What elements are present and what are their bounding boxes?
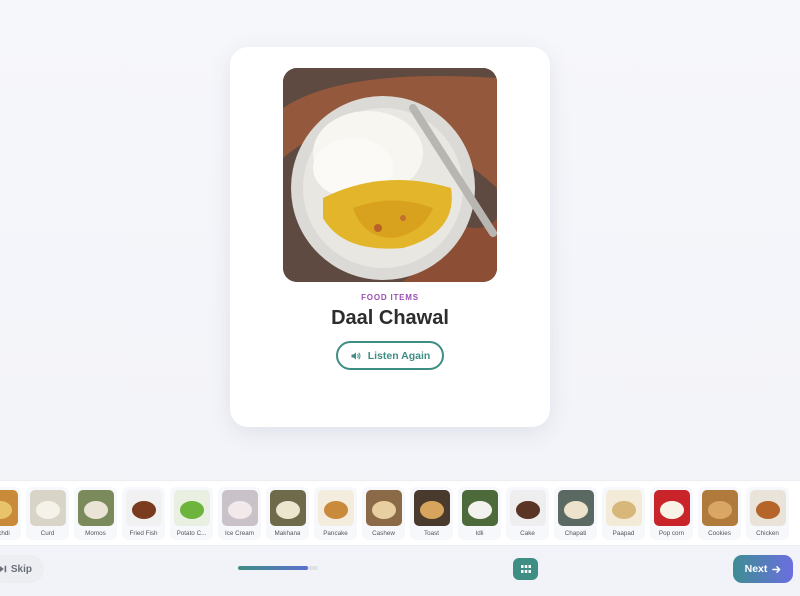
progress-fill	[238, 566, 309, 570]
thumbnail-item[interactable]: Ice Cream	[218, 487, 261, 540]
thumbnail-image	[461, 490, 498, 526]
daal-chawal-image	[283, 68, 497, 282]
listen-again-label: Listen Again	[367, 349, 431, 362]
grid-icon	[520, 565, 531, 573]
thumbnail-label: Cashew	[372, 530, 395, 537]
thumbnail-image	[701, 490, 738, 526]
thumbnail-label: Pancake	[323, 530, 348, 537]
thumbnail-item[interactable]: Makhana	[266, 487, 309, 540]
food-image	[283, 68, 497, 282]
thumbnail-label: Momos	[85, 530, 106, 537]
thumbnail-item[interactable]: Toast	[410, 487, 453, 540]
thumbnail-image	[749, 490, 786, 526]
thumbnail-image	[605, 490, 642, 526]
thumbnail-label: Pop corn	[658, 530, 685, 537]
thumbnail-item[interactable]: Momos	[74, 487, 117, 540]
footer-bar: Skip Next	[0, 546, 800, 596]
thumbnail-item[interactable]: Chapati	[554, 487, 597, 540]
thumbnail-item[interactable]: Paapad	[602, 487, 645, 540]
thumbnail-image	[0, 490, 18, 526]
thumbnail-item[interactable]: Khichdi	[0, 487, 21, 540]
thumbnail-item[interactable]: Idli	[458, 487, 501, 540]
thumbnail-label: Chicken	[756, 530, 779, 537]
skip-icon	[0, 565, 7, 573]
thumbnail-label: Khichdi	[0, 530, 10, 537]
thumbnail-label: Paapad	[612, 530, 635, 537]
skip-button[interactable]: Skip	[0, 555, 44, 583]
thumbnail-label: Makhana	[274, 530, 301, 537]
thumbnail-image	[29, 490, 66, 526]
thumbnail-label: Potato C...	[176, 530, 207, 537]
listen-again-button[interactable]: Listen Again	[336, 341, 444, 370]
thumbnail-item[interactable]: Fried Fish	[122, 487, 165, 540]
food-title: Daal Chawal	[331, 307, 449, 329]
speaker-icon	[351, 351, 361, 360]
thumbnail-list: Khichdi Curd Momos Fried Fish Potato C... Ice…	[0, 487, 789, 540]
next-button[interactable]: Next	[733, 555, 793, 583]
category-label: FOOD ITEMS	[361, 293, 419, 302]
thumbnail-item[interactable]: Cookies	[698, 487, 741, 540]
thumbnail-item[interactable]: Cake	[506, 487, 549, 540]
thumbnail-label: Fried Fish	[129, 530, 158, 537]
thumbnail-label: Ice Cream	[224, 530, 255, 537]
next-label: Next	[744, 563, 768, 575]
thumbnail-image	[173, 490, 210, 526]
thumbnail-image	[125, 490, 162, 526]
arrow-right-icon	[772, 565, 781, 573]
thumbnail-image	[365, 490, 402, 526]
thumbnail-label: Chapati	[564, 530, 587, 537]
thumbnail-item[interactable]: Cashew	[362, 487, 405, 540]
thumbnail-image	[317, 490, 354, 526]
thumbnail-image	[269, 490, 306, 526]
flashcard: FOOD ITEMS Daal Chawal Listen Again	[230, 47, 550, 427]
thumbnail-item[interactable]: Potato C...	[170, 487, 213, 540]
progress-bar	[238, 566, 318, 570]
thumbnail-image	[77, 490, 114, 526]
thumbnail-item[interactable]: Pop corn	[650, 487, 693, 540]
thumbnail-item[interactable]: Pancake	[314, 487, 357, 540]
thumbnail-label: Cookies	[708, 530, 731, 537]
grid-view-button[interactable]	[513, 558, 538, 580]
thumbnail-strip[interactable]: Khichdi Curd Momos Fried Fish Potato C... Ice…	[0, 480, 800, 546]
thumbnail-label: Cake	[520, 530, 535, 537]
thumbnail-image	[557, 490, 594, 526]
thumbnail-image	[653, 490, 690, 526]
thumbnail-label: Curd	[40, 530, 55, 537]
thumbnail-image	[413, 490, 450, 526]
thumbnail-item[interactable]: Curd	[26, 487, 69, 540]
thumbnail-item[interactable]: Chicken	[746, 487, 789, 540]
thumbnail-label: Toast	[423, 530, 440, 537]
thumbnail-label: Idli	[475, 530, 484, 537]
thumbnail-image	[509, 490, 546, 526]
skip-label: Skip	[10, 563, 32, 575]
thumbnail-image	[221, 490, 258, 526]
